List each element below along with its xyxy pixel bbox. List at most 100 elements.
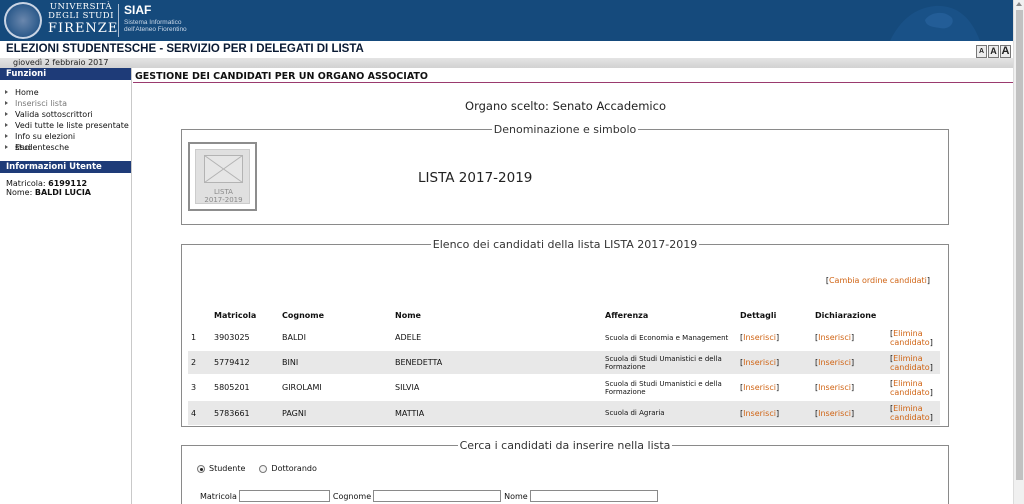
siaf-logo-subtitle: Sistema Informatico dell'Ateneo Fiorenti… (124, 19, 187, 33)
title-divider (133, 82, 1013, 83)
page-title: GESTIONE DEI CANDIDATI PER UN ORGANO ASS… (135, 71, 428, 82)
font-size-small-button[interactable]: A (976, 45, 987, 58)
sidebar-item-label[interactable]: Valida sottoscrittori (15, 110, 93, 119)
inserisci-dettagli-link[interactable]: Inserisci (743, 333, 776, 342)
matricola-input[interactable] (238, 490, 330, 502)
cell-nome: MATTIA (392, 399, 602, 425)
column-header-nome: Nome (395, 311, 421, 320)
image-placeholder-icon (204, 155, 243, 183)
cell-dichiarazione: [Inserisci] (812, 399, 887, 425)
header-banner: UNIVERSITÀ DEGLI STUDI FIRENZE SIAF Sist… (0, 0, 1013, 41)
cell-nome: ADELE (392, 324, 602, 350)
column-header-matricola: Matricola (214, 311, 257, 320)
scroll-up-arrow-icon[interactable] (1016, 2, 1022, 6)
nome-value: BALDI LUCIA (34, 188, 91, 197)
table-row: 2 5779412 BINI BENEDETTA Scuola di Studi… (188, 349, 940, 375)
column-header-cognome: Cognome (282, 311, 325, 320)
elimina-candidato-link[interactable]: Elimina candidato (890, 354, 930, 372)
cell-dichiarazione: [Inserisci] (812, 349, 887, 375)
sidebar-item-esci[interactable]: Esci (0, 142, 131, 153)
candidates-table: Matricola Cognome Nome Afferenza Dettagl… (188, 307, 940, 425)
image-placeholder: LISTA 2017-2019 (195, 149, 250, 204)
sidebar-item-label[interactable]: Home (15, 88, 39, 97)
sidebar-user-header: Informazioni Utente (0, 161, 131, 173)
app-title: ELEZIONI STUDENTESCHE - SERVIZIO PER I D… (6, 43, 364, 55)
inserisci-dichiarazione-link[interactable]: Inserisci (818, 333, 851, 342)
nome-input[interactable] (529, 490, 658, 502)
change-order-container: [Cambia ordine candidati] (825, 276, 930, 285)
matricola-value: 6199112 (48, 179, 88, 188)
inserisci-dichiarazione-link[interactable]: Inserisci (818, 383, 851, 392)
sidebar-item-inserisci-lista[interactable]: Inserisci lista (0, 98, 131, 109)
sidebar-item-info-elezioni[interactable]: Info su elezioni studentesche (0, 131, 131, 152)
user-info: Matricola: 6199112 Nome: BALDI LUCIA (0, 173, 131, 197)
sidebar: Funzioni Home Inserisci lista Valida sot… (0, 68, 132, 504)
inserisci-dettagli-link[interactable]: Inserisci (743, 409, 776, 418)
row-number: 4 (188, 399, 211, 425)
date-bar: giovedì 2 febbraio 2017 (0, 58, 1013, 68)
elimina-candidato-link[interactable]: Elimina candidato (890, 404, 930, 422)
menu-bullet-icon (5, 90, 8, 94)
scrollbar-thumb[interactable] (1016, 10, 1023, 480)
column-header (188, 307, 211, 325)
cell-matricola: 5805201 (211, 374, 279, 400)
denominazione-fieldset: Denominazione e simbolo LISTA 2017-2019 … (181, 123, 949, 225)
symbol-caption: LISTA 2017-2019 (196, 188, 251, 204)
menu-bullet-icon (5, 112, 8, 116)
sidebar-item-label[interactable]: Vedi tutte le liste presentate (15, 121, 129, 130)
cell-cognome: PAGNI (279, 399, 392, 425)
main-content: GESTIONE DEI CANDIDATI PER UN ORGANO ASS… (133, 68, 1013, 504)
inserisci-dichiarazione-link[interactable]: Inserisci (818, 358, 851, 367)
change-order-link[interactable]: Cambia ordine candidati (829, 276, 927, 285)
column-header (887, 307, 940, 325)
cognome-input[interactable] (373, 490, 502, 502)
cell-matricola: 3903025 (211, 324, 279, 350)
list-name: LISTA 2017-2019 (418, 170, 533, 186)
row-number: 1 (188, 324, 211, 350)
menu-bullet-icon (5, 101, 8, 105)
vertical-scrollbar[interactable] (1013, 0, 1024, 504)
banner-statue-decoration (890, 5, 980, 41)
font-size-large-button[interactable]: A (1000, 45, 1011, 58)
studente-radio[interactable] (197, 464, 205, 473)
font-size-medium-button[interactable]: A (988, 45, 999, 58)
sidebar-item-home[interactable]: Home (0, 87, 131, 98)
elimina-candidato-link[interactable]: Elimina candidato (890, 329, 930, 347)
menu-bullet-icon (5, 123, 8, 127)
dottorando-radio[interactable] (259, 464, 268, 473)
menu-bullet-icon (5, 145, 8, 149)
university-seal-logo (4, 2, 42, 39)
cell-nome: BENEDETTA (392, 349, 602, 375)
sidebar-menu: Home Inserisci lista Valida sottoscritto… (0, 87, 131, 153)
row-number: 2 (188, 349, 211, 375)
cell-dettagli: [Inserisci] (737, 324, 812, 350)
cell-elimina: [Elimina candidato] (887, 324, 940, 350)
user-nome-row: Nome: BALDI LUCIA (6, 188, 131, 197)
current-date: giovedì 2 febbraio 2017 (13, 58, 109, 67)
sidebar-functions-header: Funzioni (0, 68, 131, 80)
cell-dettagli: [Inserisci] (737, 399, 812, 425)
symbol-caption-line-2: 2017-2019 (204, 196, 243, 204)
table-header-row: Matricola Cognome Nome Afferenza Dettagl… (188, 307, 940, 325)
cell-matricola: 5783661 (211, 399, 279, 425)
studente-radio-label: Studente (209, 464, 246, 473)
cell-elimina: [Elimina candidato] (887, 399, 940, 425)
search-fields-row: Matricola Cognome Nome (200, 490, 661, 502)
university-name-line-3: FIRENZE (48, 21, 119, 36)
sidebar-item-valida-sottoscrittori[interactable]: Valida sottoscrittori (0, 109, 131, 120)
sidebar-item-label[interactable]: Inserisci lista (15, 99, 67, 108)
cell-afferenza: Scuola di Studi Umanistici e della Forma… (602, 374, 737, 400)
cell-matricola: 5779412 (211, 349, 279, 375)
cell-afferenza: Scuola di Economia e Management (602, 324, 737, 350)
elimina-candidato-link[interactable]: Elimina candidato (890, 379, 930, 397)
app-titlebar: ELEZIONI STUDENTESCHE - SERVIZIO PER I D… (0, 41, 1013, 58)
sidebar-item-vedi-liste[interactable]: Vedi tutte le liste presentate (0, 120, 131, 131)
menu-bullet-icon (5, 134, 8, 138)
inserisci-dettagli-link[interactable]: Inserisci (743, 358, 776, 367)
table-row: 3 5805201 GIROLAMI SILVIA Scuola di Stud… (188, 374, 940, 400)
inserisci-dichiarazione-link[interactable]: Inserisci (818, 409, 851, 418)
inserisci-dettagli-link[interactable]: Inserisci (743, 383, 776, 392)
sidebar-item-label[interactable]: Esci (15, 143, 31, 152)
candidati-legend: Elenco dei candidati della lista LISTA 2… (432, 238, 698, 251)
font-size-controls: A A A (976, 45, 1011, 58)
